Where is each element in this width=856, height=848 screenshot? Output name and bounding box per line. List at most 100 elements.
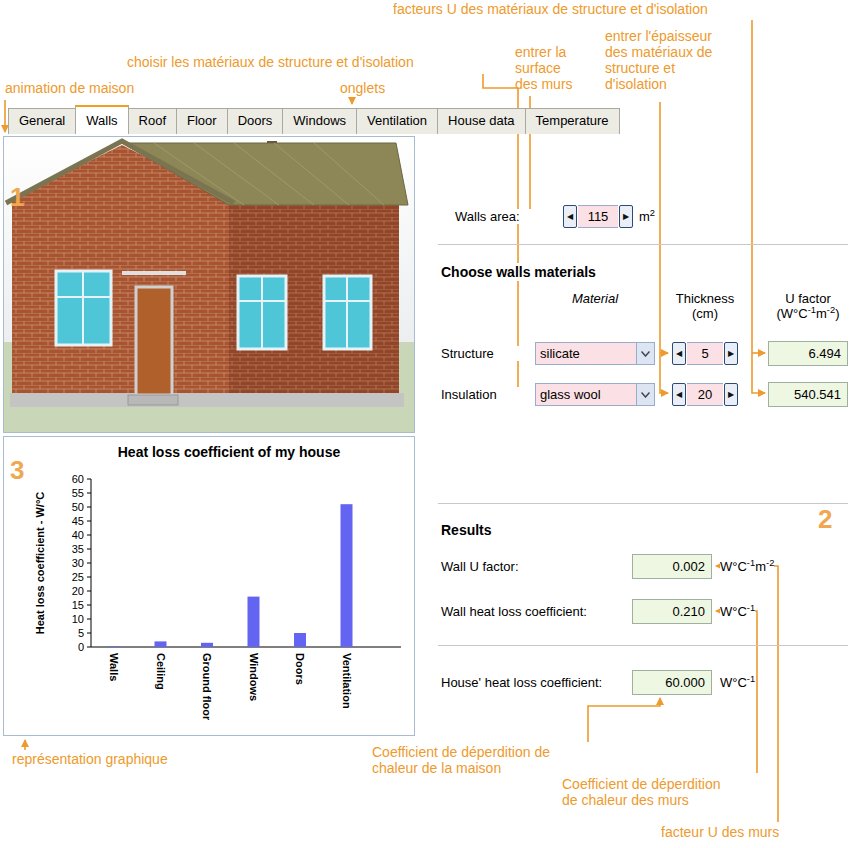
increment-button[interactable]: ▶ [724, 342, 738, 365]
house-coefficient-label: House' heat loss coefficient: [441, 675, 632, 690]
thickness-spinner[interactable]: ◀ 20 ▶ [672, 383, 738, 406]
house-coefficient-row: House' heat loss coefficient: 60.000 W°C… [441, 669, 848, 695]
thickness-value[interactable]: 5 [687, 342, 723, 365]
annotation-arrow [351, 98, 353, 104]
annotation-arrow [660, 102, 668, 393]
materials-heading: Choose walls materials [441, 263, 596, 281]
y-axis-label: Heat loss coefficient - W/°C [34, 492, 46, 635]
divider [438, 645, 848, 646]
material-dropdown[interactable]: silicate [535, 342, 655, 365]
tab[interactable]: General [8, 108, 76, 134]
category-label: Ceiling [155, 653, 167, 690]
walls-area-row: Walls area: ◀ 115 ▶ m2 [441, 204, 848, 228]
dropdown-button[interactable] [636, 384, 654, 405]
annotation-arrow [660, 352, 668, 354]
chart-bar [248, 597, 260, 647]
annotation-label: représentation graphique [12, 751, 168, 767]
tab[interactable]: Temperature [525, 108, 620, 134]
material-header: Material [535, 291, 655, 306]
section-marker: 2 [818, 504, 832, 534]
result-label: Wall U factor: [441, 559, 632, 574]
annotation-arrow [24, 740, 26, 750]
tab[interactable]: Floor [176, 108, 228, 134]
house-coefficient-field: 60.000 [632, 670, 712, 695]
walls-area-label: Walls area: [455, 209, 563, 224]
annotation-arrow [4, 100, 6, 132]
y-tick: 25 [72, 571, 84, 583]
tab[interactable]: House data [437, 108, 526, 134]
y-tick: 15 [72, 599, 84, 611]
result-row: Wall heat loss coefficient: 0.210 W°C-1 [441, 598, 848, 624]
category-label: Ground floor [201, 653, 213, 721]
material-row-label: Structure [441, 346, 535, 361]
u-factor-field: 540.541 [768, 382, 848, 407]
unit: W°C-1 [720, 675, 755, 690]
annotation-label: Coefficient de déperditionde chaleur des… [562, 776, 721, 808]
annotation-arrow [752, 20, 765, 393]
y-tick: 20 [72, 585, 84, 597]
annotation-label: facteurs U des matériaux de structure et… [393, 1, 708, 17]
annotation-arrow [588, 698, 660, 742]
annotation-label: entrer lasurfacedes murs [515, 44, 573, 92]
house-animation [3, 136, 415, 433]
chart-bar [294, 633, 306, 647]
dropdown-button[interactable] [636, 343, 654, 364]
y-tick: 5 [78, 627, 84, 639]
material-row: Insulation glass wool ◀ 20 ▶ 540.541 [441, 382, 848, 407]
walls-panel: Walls area: ◀ 115 ▶ m2 Choose walls mate… [415, 134, 856, 736]
decrement-button[interactable]: ◀ [563, 205, 577, 228]
chart-bar [155, 641, 167, 647]
tab-bar: GeneralWallsRoofFloorDoorsWindowsVentila… [8, 105, 856, 134]
y-axis [91, 479, 92, 647]
tab[interactable]: Walls [75, 105, 128, 134]
annotation-arrow [716, 611, 757, 773]
result-row: Wall U factor: 0.002 W°C-1m-2 [441, 553, 848, 579]
y-tick: 10 [72, 613, 84, 625]
divider [438, 244, 848, 245]
divider [438, 503, 848, 504]
annotation-label: animation de maison [5, 80, 134, 96]
section-marker: 1 [10, 182, 24, 212]
material-value: glass wool [536, 384, 636, 405]
material-row-label: Insulation [441, 387, 535, 402]
y-tick: 0 [78, 641, 84, 653]
decrement-button[interactable]: ◀ [672, 383, 686, 406]
category-label: Ventilation [341, 653, 353, 709]
annotation-label: facteur U des murs [661, 824, 779, 840]
result-field: 0.002 [632, 554, 712, 579]
thickness-spinner[interactable]: ◀ 5 ▶ [672, 342, 738, 365]
tab[interactable]: Roof [128, 108, 177, 134]
app-window: GeneralWallsRoofFloorDoorsWindowsVentila… [0, 0, 856, 736]
materials-header: Material Thickness(cm) U factor(W°C-1m-2… [441, 291, 848, 321]
x-axis [91, 647, 401, 648]
walls-area-value[interactable]: 115 [578, 205, 618, 228]
increment-button[interactable]: ▶ [619, 205, 633, 228]
material-value: silicate [536, 343, 636, 364]
tab[interactable]: Windows [282, 108, 357, 134]
u-factor-field: 6.494 [768, 341, 848, 366]
annotation-label: entrer l'épaisseurdes matériaux destruct… [605, 28, 712, 92]
tab[interactable]: Ventilation [356, 108, 438, 134]
tab[interactable]: Doors [227, 108, 284, 134]
increment-button[interactable]: ▶ [724, 383, 738, 406]
annotation-arrow [716, 566, 778, 822]
unit: W°C-1m-2 [720, 559, 774, 574]
house-illustration [4, 137, 414, 432]
annotation-label: Coefficient de déperdition dechaleur de … [372, 744, 550, 776]
material-row: Structure silicate ◀ 5 ▶ 6.494 [441, 341, 848, 366]
y-tick: 35 [72, 543, 84, 555]
y-tick: 40 [72, 529, 84, 541]
chart-title: Heat loss coefficient of my house [118, 444, 341, 460]
chevron-down-icon [641, 351, 650, 357]
category-label: Windows [248, 653, 260, 701]
unit: W°C-1 [720, 604, 755, 619]
decrement-button[interactable]: ◀ [672, 342, 686, 365]
annotation-arrow [752, 352, 765, 354]
material-dropdown[interactable]: glass wool [535, 383, 655, 406]
chevron-down-icon [641, 392, 650, 398]
walls-area-spinner[interactable]: ◀ 115 ▶ [563, 205, 633, 228]
y-tick: 50 [72, 501, 84, 513]
result-field: 0.210 [632, 599, 712, 624]
chart-bar [201, 643, 213, 647]
thickness-value[interactable]: 20 [687, 383, 723, 406]
